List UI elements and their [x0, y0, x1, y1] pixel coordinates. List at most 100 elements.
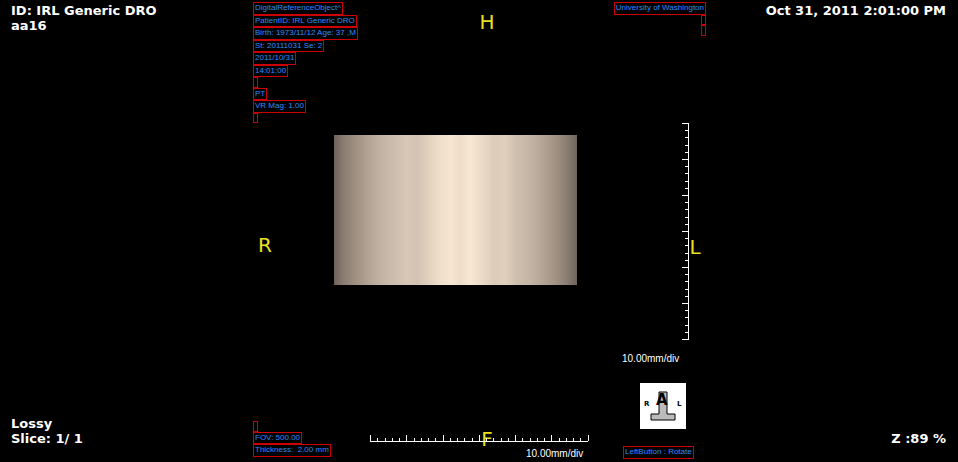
ruler-tick [457, 438, 458, 441]
ruler-tick [566, 438, 567, 441]
ruler-tick [685, 260, 688, 261]
ruler-tick [685, 152, 688, 153]
ruler-tick [682, 195, 688, 196]
overlay-field: 14:01:00 [253, 65, 288, 78]
cube-left-label: R [644, 400, 649, 408]
overlay-field: 2011/10/31 [253, 52, 296, 65]
mouse-overlay: LeftButton : Rotate [623, 446, 694, 459]
patient-overlay: DigitalReferenceObject^PatientID: IRL Ge… [253, 2, 358, 123]
institution-overlay: University of Washington [599, 2, 706, 36]
top-left-info: ID: IRL Generic DROaa16 [11, 3, 157, 33]
ruler-tick [682, 303, 688, 304]
ruler-tick [685, 317, 688, 318]
ruler-tick [435, 438, 436, 441]
info-line: Lossy [11, 416, 83, 431]
ruler-tick [685, 332, 688, 333]
ruler-tick [685, 209, 688, 210]
ruler-tick [685, 310, 688, 311]
ruler-tick [580, 438, 581, 441]
info-line: ID: IRL Generic DRO [11, 3, 157, 18]
zoom-level: Z :89 % [891, 431, 946, 446]
ruler-tick [501, 438, 502, 441]
ruler-tick [385, 438, 386, 441]
ruler-tick [685, 188, 688, 189]
ruler-tick [685, 137, 688, 138]
ruler-tick [588, 435, 589, 441]
bottom-left-info: LossySlice: 1/ 1 [11, 416, 83, 446]
ruler-tick [450, 438, 451, 441]
date-time: Oct 31, 2011 2:01:00 PM [766, 3, 946, 18]
ruler-tick [685, 166, 688, 167]
ruler-tick [370, 435, 371, 441]
ruler-tick [685, 145, 688, 146]
ruler-tick [515, 435, 516, 441]
ruler-tick [559, 438, 560, 441]
overlay-field: DigitalReferenceObject^ [253, 2, 343, 15]
overlay-field [253, 77, 258, 88]
info-line: Slice: 1/ 1 [11, 431, 83, 446]
orientation-top: H [475, 11, 499, 33]
ruler-tick [685, 181, 688, 182]
ruler-tick [522, 438, 523, 441]
ruler-tick [685, 202, 688, 203]
ruler-tick [479, 435, 480, 441]
ruler-tick [685, 325, 688, 326]
ruler-tick [685, 253, 688, 254]
ruler-tick [685, 217, 688, 218]
ruler-tick [421, 438, 422, 441]
viewer-screen: ID: IRL Generic DROaa16 Oct 31, 2011 2:0… [0, 0, 958, 462]
ruler-tick [464, 438, 465, 441]
cube-right-label: L [677, 400, 681, 408]
overlay-field: Thickness: 2.00 mm [253, 444, 331, 457]
fov-overlay: FOV: 500.00Thickness: 2.00 mm [253, 421, 331, 457]
overlay-field [253, 421, 258, 432]
cube-front-label: A [656, 392, 668, 408]
ruler-tick [551, 435, 552, 441]
ruler-tick [685, 274, 688, 275]
overlay-field: University of Washington [614, 2, 706, 15]
info-line: aa16 [11, 18, 157, 33]
ruler-tick [377, 438, 378, 441]
volume-rendering[interactable] [334, 135, 577, 285]
ruler-tick [530, 438, 531, 441]
ruler-tick [682, 123, 688, 124]
ruler-tick [685, 238, 688, 239]
ruler-tick [682, 339, 688, 340]
ruler-tick [443, 435, 444, 441]
overlay-field: VR Mag: 1.00 [253, 100, 306, 113]
ruler-tick [682, 267, 688, 268]
vertical-ruler-label: 10.00mm/div [622, 353, 679, 365]
ruler-tick [486, 438, 487, 441]
ruler-tick [682, 159, 688, 160]
overlay-field [701, 15, 706, 26]
orientation-cube-icon: A R L [640, 383, 686, 429]
overlay-field [253, 113, 258, 124]
vertical-ruler [688, 123, 689, 340]
ruler-tick [399, 438, 400, 441]
overlay-field: FOV: 500.00 [253, 432, 302, 445]
ruler-tick [392, 438, 393, 441]
orientation-right: L [683, 236, 707, 258]
ruler-tick [685, 173, 688, 174]
ruler-tick [685, 296, 688, 297]
ruler-tick [472, 438, 473, 441]
overlay-field: PT [253, 88, 267, 101]
ruler-tick [685, 224, 688, 225]
ruler-tick [537, 438, 538, 441]
overlay-field [701, 25, 706, 36]
ruler-tick [428, 438, 429, 441]
overlay-field: LeftButton : Rotate [623, 446, 694, 459]
ruler-tick [508, 438, 509, 441]
overlay-field: Birth: 1973/11/12 Age: 37 ,M [253, 27, 358, 40]
ruler-tick [573, 438, 574, 441]
ruler-tick [493, 438, 494, 441]
ruler-tick [685, 245, 688, 246]
ruler-tick [685, 130, 688, 131]
ruler-tick [682, 231, 688, 232]
ruler-tick [685, 289, 688, 290]
ruler-tick [685, 281, 688, 282]
ruler-tick [544, 438, 545, 441]
overlay-field: PatientID: IRL Generic DRO [253, 15, 357, 28]
overlay-field: St: 20111031 Se: 2 [253, 40, 324, 53]
horizontal-ruler-label: 10.00mm/div [526, 448, 583, 460]
